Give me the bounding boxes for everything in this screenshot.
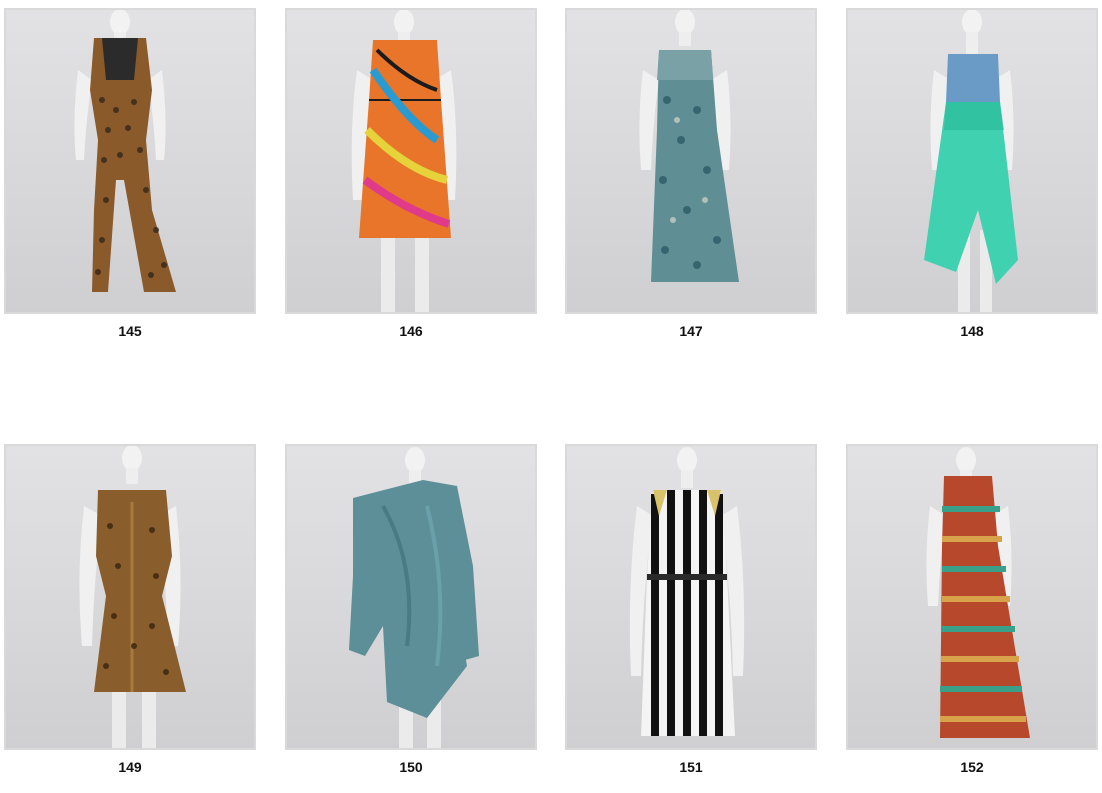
product-item-149[interactable]: 149 (4, 444, 256, 775)
product-item-146[interactable]: 146 (285, 8, 537, 339)
product-item-148[interactable]: 148 (846, 8, 1098, 339)
product-number[interactable]: 151 (565, 759, 817, 775)
product-item-145[interactable]: 145 (4, 8, 256, 339)
product-item-150[interactable]: 150 (285, 444, 537, 775)
mannequin-drape-dress-image (349, 447, 479, 748)
product-number[interactable]: 149 (4, 759, 256, 775)
product-number[interactable]: 146 (285, 323, 537, 339)
product-item-152[interactable]: 152 (846, 444, 1098, 775)
mannequin-jumpsuit-image (74, 10, 176, 292)
product-image[interactable] (4, 8, 256, 314)
mannequin-tribal-maxi-image (926, 447, 1030, 738)
product-number[interactable]: 145 (4, 323, 256, 339)
product-image[interactable] (285, 8, 537, 314)
product-number[interactable]: 147 (565, 323, 817, 339)
mannequin-shift-dress-image (351, 10, 457, 312)
product-image[interactable] (846, 444, 1098, 750)
mannequin-stripe-dress-image (629, 447, 745, 736)
product-item-151[interactable]: 151 (565, 444, 817, 775)
product-image[interactable] (565, 8, 817, 314)
product-image[interactable] (285, 444, 537, 750)
mannequin-maxi-dress-image (639, 10, 739, 282)
product-image[interactable] (565, 444, 817, 750)
product-number[interactable]: 148 (846, 323, 1098, 339)
mannequin-zip-dress-image (79, 446, 186, 748)
product-number[interactable]: 150 (285, 759, 537, 775)
product-image[interactable] (4, 444, 256, 750)
mannequin-hi-lo-dress-image (924, 10, 1018, 312)
product-image[interactable] (846, 8, 1098, 314)
product-item-147[interactable]: 147 (565, 8, 817, 339)
product-gallery: 145 146 147 148 149 150 151 152 (0, 0, 1102, 793)
product-number[interactable]: 152 (846, 759, 1098, 775)
